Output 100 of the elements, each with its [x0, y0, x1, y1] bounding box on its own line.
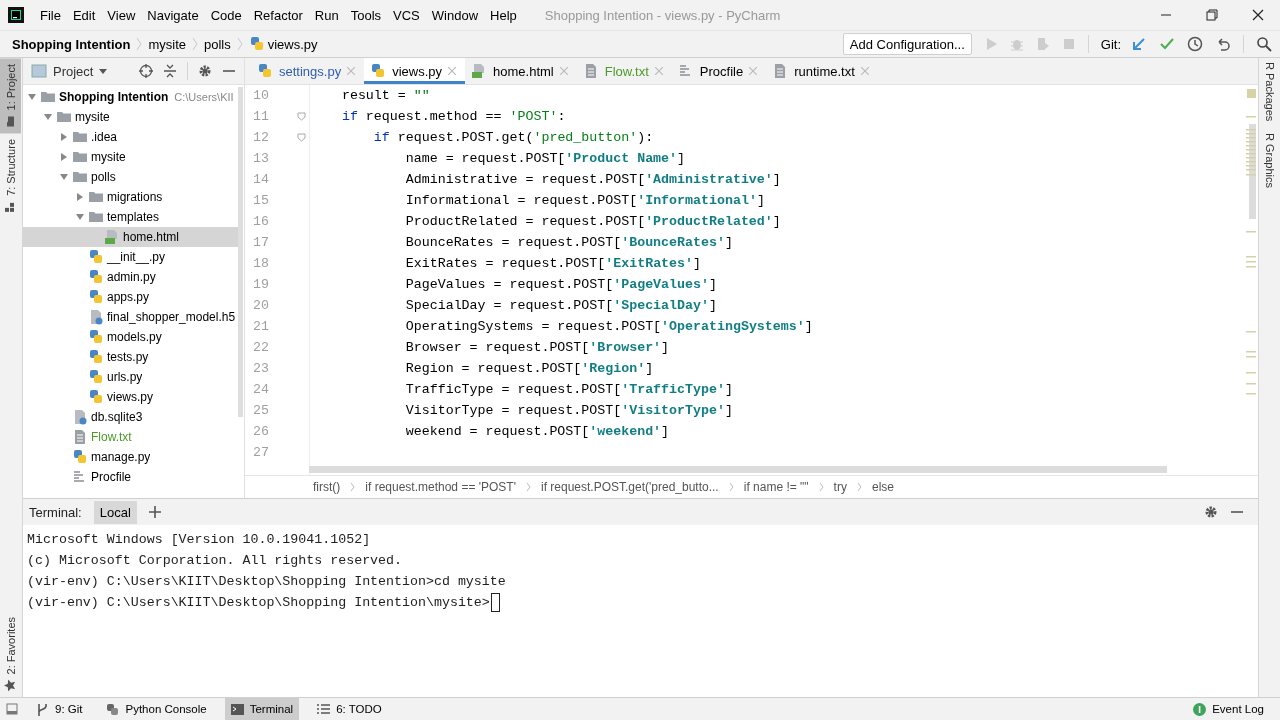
breadcrumb-item[interactable]: if request.POST.get('pred_butto... [541, 480, 719, 494]
tree-item[interactable]: apps.py [23, 287, 238, 307]
python-file-icon [370, 63, 387, 79]
chevron-icon [192, 37, 198, 51]
tree-item[interactable]: urls.py [23, 367, 238, 387]
tree-item[interactable]: __init__.py [23, 247, 238, 267]
tree-item[interactable]: Flow.txt [23, 427, 238, 447]
menu-item[interactable]: Edit [66, 7, 102, 23]
unknown-file-icon [72, 409, 88, 425]
terminal-tab[interactable]: Local [93, 500, 137, 524]
add-configuration-button[interactable]: Add Configuration... [842, 33, 972, 55]
locate-target-icon[interactable] [139, 64, 153, 78]
tool-window-button[interactable]: 6: TODO [311, 698, 388, 720]
tree-item[interactable]: admin.py [23, 267, 238, 287]
breadcrumb-item[interactable]: try [833, 480, 847, 494]
update-arrow-icon[interactable] [1131, 36, 1147, 52]
breadcrumb-item[interactable]: if request.method == 'POST' [365, 480, 516, 494]
settings-icon[interactable] [198, 64, 212, 78]
tree-item[interactable]: tests.py [23, 347, 238, 367]
commit-check-icon[interactable] [1159, 36, 1175, 52]
undo-icon[interactable] [1215, 36, 1231, 52]
breadcrumb-item[interactable]: polls [204, 36, 231, 52]
tool-window-tab[interactable]: R Graphics [1259, 129, 1280, 197]
tree-item[interactable]: .idea [23, 127, 238, 147]
tree-item[interactable]: mysite [23, 147, 238, 167]
breadcrumb-item[interactable]: views.py [267, 36, 318, 52]
line-number: 19 [252, 277, 269, 292]
add-icon[interactable] [148, 506, 161, 518]
menu-item[interactable]: Window [425, 7, 485, 23]
tree-item[interactable]: manage.py [23, 447, 238, 467]
tool-window-button[interactable]: Terminal [224, 698, 300, 720]
scrollbar-thumb[interactable] [309, 466, 1167, 473]
breadcrumb-item[interactable]: mysite [148, 36, 186, 52]
menu-item[interactable]: VCS [387, 7, 426, 23]
path-hint: C:\Users\KII [174, 91, 234, 103]
tool-window-tab[interactable]: R Packages [1259, 58, 1280, 130]
code-line: TrafficType = request.POST['TrafficType'] [404, 382, 733, 397]
restore-icon[interactable] [1206, 9, 1218, 21]
event-log-button[interactable]: Event Log [1187, 698, 1270, 720]
terminal-line: (vir-env) C:\Users\KIIT\Desktop\Shopping Intention>cd mysite [27, 574, 506, 589]
tree-item[interactable]: db.sqlite3 [23, 407, 238, 427]
editor-tab[interactable]: runtime.txt [766, 58, 878, 84]
menu-item[interactable]: Tools [344, 7, 388, 23]
chevron-icon [136, 37, 143, 51]
tree-item[interactable]: Procfile [23, 467, 238, 487]
python-file-icon [88, 289, 104, 305]
tool-window-button[interactable]: 9: Git [30, 698, 89, 720]
scrollbar-thumb[interactable] [238, 87, 243, 417]
breadcrumb-item[interactable]: else [871, 480, 894, 494]
code-line: BounceRates = request.POST['BounceRates'] [404, 235, 733, 250]
collapsed-arrow-icon[interactable] [75, 192, 85, 202]
tree-item[interactable]: views.py [23, 387, 238, 407]
fold-marker-icon[interactable] [297, 112, 306, 121]
breadcrumb-item[interactable]: Shopping Intention [12, 36, 131, 52]
line-number: 14 [252, 172, 269, 187]
line-number: 17 [252, 235, 269, 250]
menu-item[interactable]: Run [308, 7, 345, 23]
menu-item[interactable]: Refactor [247, 7, 309, 23]
expanded-arrow-icon[interactable] [75, 212, 85, 222]
python-file-icon [248, 36, 265, 52]
html-file-icon [104, 229, 120, 245]
history-clock-icon[interactable] [1187, 36, 1203, 52]
menu-item[interactable]: Code [204, 7, 248, 23]
code-line: VisitorType = request.POST['VisitorType'] [404, 403, 733, 418]
tree-item[interactable]: models.py [23, 327, 238, 347]
breadcrumb-item[interactable]: first() [313, 480, 341, 494]
tree-item[interactable]: migrations [23, 187, 238, 207]
tree-item[interactable]: home.html [23, 227, 238, 247]
breadcrumb-item[interactable]: if name != "" [743, 480, 809, 494]
menu-item[interactable]: Help [484, 7, 523, 23]
line-number: 26 [252, 424, 269, 439]
tool-window-tab[interactable]: 1: Project [0, 58, 21, 134]
code-line: Browser = request.POST['Browser'] [404, 340, 670, 355]
settings-icon[interactable] [1204, 505, 1218, 519]
toggle-tool-windows-icon[interactable] [6, 703, 18, 715]
tree-item[interactable]: polls [23, 167, 238, 187]
tool-window-tab[interactable]: 7: Structure [0, 133, 21, 220]
chevron-icon [728, 482, 734, 492]
menu-item[interactable]: File [34, 7, 67, 23]
tree-item[interactable]: Shopping Intention C:\Users\KII [23, 87, 238, 107]
python-file-icon [88, 369, 104, 385]
search-icon[interactable] [1256, 36, 1272, 52]
menu-item[interactable]: View [101, 7, 142, 23]
tool-window-button[interactable]: Python Console [100, 698, 213, 720]
close-icon[interactable] [1252, 9, 1264, 21]
expanded-arrow-icon[interactable] [59, 172, 69, 182]
collapse-all-icon[interactable] [163, 64, 177, 78]
python-file-icon [88, 249, 104, 265]
tree-item[interactable]: final_shopper_model.h5 [23, 307, 238, 327]
tree-item[interactable]: mysite [23, 107, 238, 127]
fold-marker-icon[interactable] [297, 133, 306, 142]
editor-tab[interactable]: views.py [364, 58, 465, 84]
editor-tab[interactable]: settings.py [251, 58, 365, 84]
line-number: 22 [252, 340, 269, 355]
tool-window-tab[interactable]: 2: Favorites [0, 610, 21, 697]
menu-item[interactable]: Navigate [141, 7, 205, 23]
line-number: 13 [252, 151, 269, 166]
editor-tab[interactable]: Procfile [671, 58, 767, 84]
editor-tab[interactable]: home.html [465, 58, 577, 84]
tree-item[interactable]: templates [23, 207, 238, 227]
